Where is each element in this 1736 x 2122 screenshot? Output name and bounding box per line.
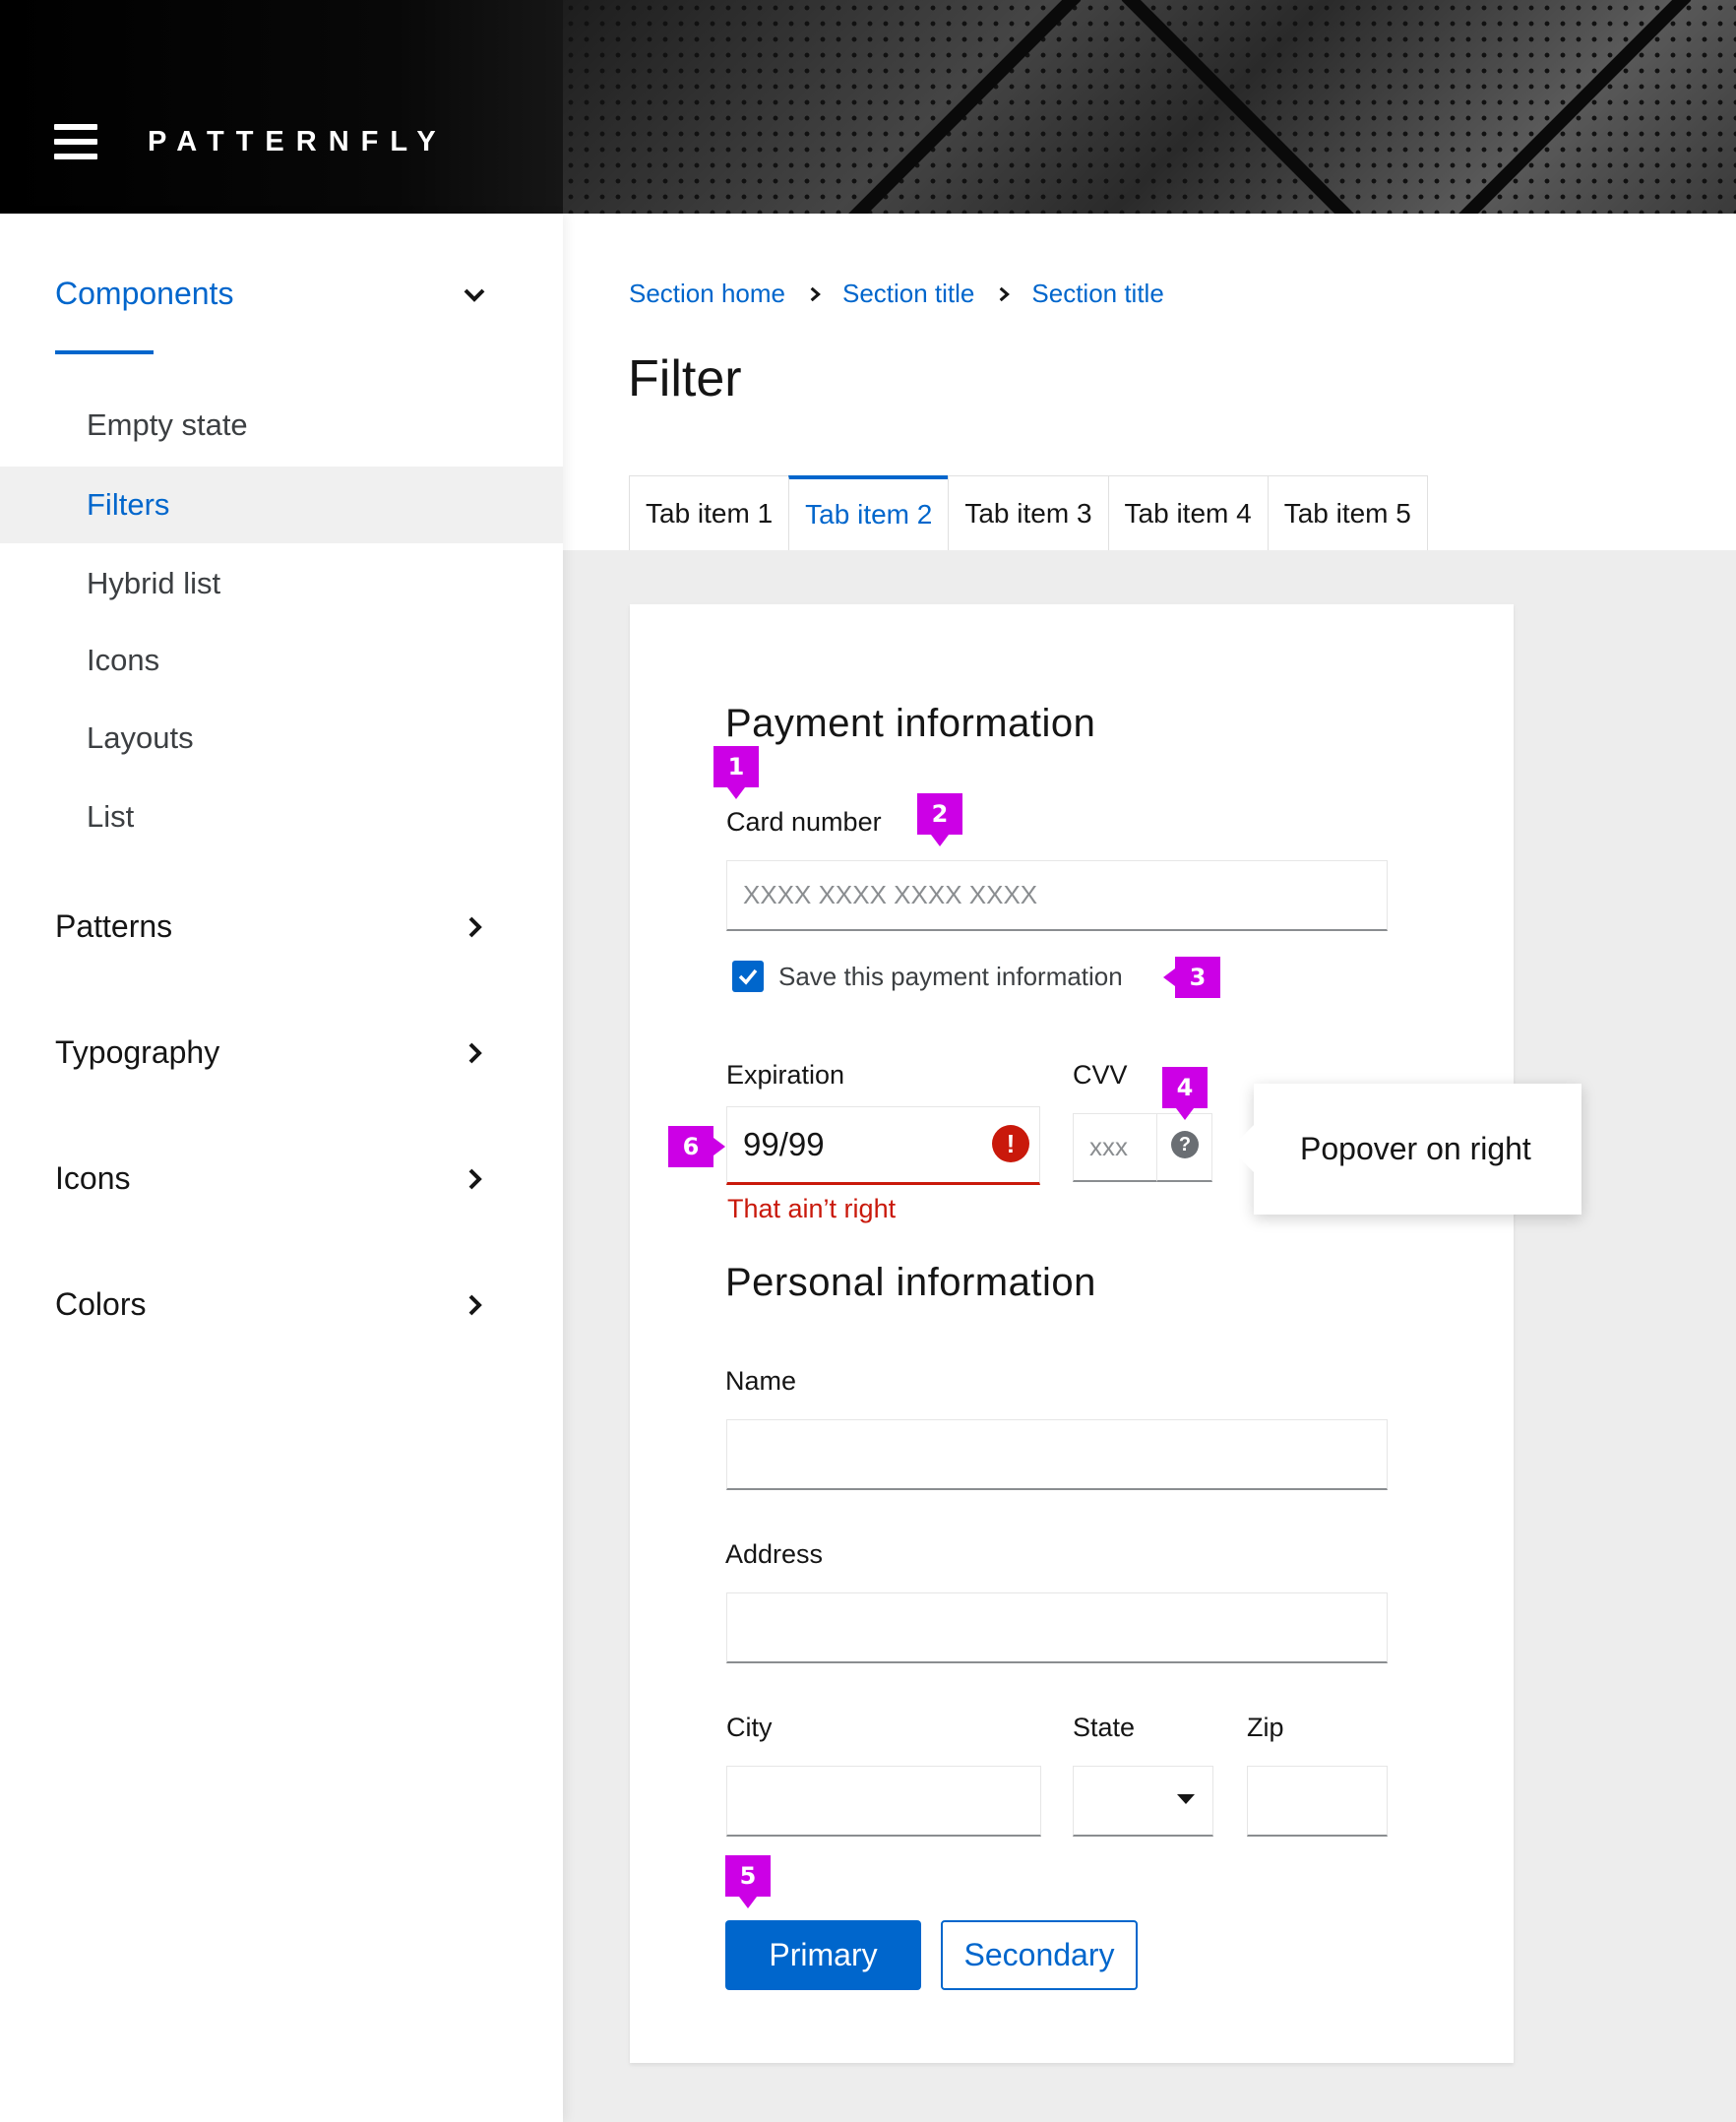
sidebar-item-label: Filters (87, 487, 170, 522)
zip-label: Zip (1247, 1713, 1284, 1742)
tab-item-3[interactable]: Tab item 3 (948, 475, 1109, 550)
chevron-right-icon (461, 1039, 488, 1067)
tab-bar: Tab item 1 Tab item 2 Tab item 3 Tab ite… (629, 475, 1428, 550)
secondary-button[interactable]: Secondary (941, 1920, 1138, 1990)
sidebar-group-icons[interactable]: Icons (55, 1160, 488, 1197)
popover: Popover on right (1230, 1084, 1581, 1215)
chevron-right-icon (461, 1291, 488, 1319)
sidebar-nav: Components Empty state Filters Hybrid li… (0, 214, 563, 2122)
sidebar-group-label: Typography (55, 1034, 220, 1070)
annotation-marker-5: 5 (725, 1855, 771, 1908)
sidebar-group-components[interactable]: Components (55, 276, 488, 312)
sidebar-group-label: Icons (55, 1160, 131, 1196)
save-payment-label[interactable]: Save this payment information (778, 962, 1123, 992)
popover-text: Popover on right (1300, 1131, 1531, 1166)
annotation-marker-3: 3 (1163, 957, 1220, 998)
cvv-label: CVV (1073, 1060, 1128, 1090)
payment-section-title: Payment information (725, 702, 1096, 745)
hamburger-icon[interactable] (54, 124, 97, 159)
chevron-right-icon (809, 284, 825, 304)
annotation-marker-2: 2 (917, 793, 962, 846)
sidebar-item-label: List (87, 799, 135, 834)
sidebar-group-typography[interactable]: Typography (55, 1034, 488, 1071)
personal-section-title: Personal information (725, 1261, 1096, 1304)
sidebar-group-colors[interactable]: Colors (55, 1286, 488, 1323)
sidebar-item-label: Layouts (87, 720, 194, 755)
sidebar-group-label: Components (55, 276, 234, 311)
sidebar-item-list[interactable]: List (0, 779, 563, 855)
state-label: State (1073, 1713, 1136, 1742)
sidebar-item-empty-state[interactable]: Empty state (0, 387, 563, 464)
sidebar-item-label: Icons (87, 643, 160, 677)
checkmark-icon (738, 968, 758, 985)
zip-input[interactable] (1247, 1766, 1388, 1837)
name-input[interactable] (726, 1419, 1388, 1490)
annotation-marker-6: 6 (668, 1126, 725, 1167)
address-input[interactable] (726, 1592, 1388, 1663)
annotation-marker-1: 1 (713, 746, 759, 799)
expiration-label: Expiration (726, 1060, 845, 1090)
sidebar-item-hybrid-list[interactable]: Hybrid list (0, 545, 563, 622)
header-background-image (563, 0, 1736, 214)
chevron-right-icon (998, 284, 1014, 304)
sidebar-group-label: Patterns (55, 908, 173, 944)
exclamation-circle-icon: ! (992, 1125, 1029, 1162)
chevron-right-icon (461, 913, 488, 941)
brand-logo: PATTERNFLY (148, 126, 448, 157)
tab-item-1[interactable]: Tab item 1 (629, 475, 790, 550)
page-title: Filter (628, 350, 742, 407)
tab-item-4[interactable]: Tab item 4 (1107, 475, 1269, 550)
annotation-marker-4: 4 (1162, 1067, 1208, 1120)
tab-item-2[interactable]: Tab item 2 (788, 475, 950, 550)
card-number-label: Card number (726, 807, 882, 837)
primary-button[interactable]: Primary (725, 1920, 921, 1990)
chevron-right-icon (461, 1165, 488, 1193)
caret-down-icon (1177, 1794, 1195, 1804)
address-label: Address (725, 1539, 824, 1569)
masthead: PATTERNFLY (0, 0, 1736, 214)
cvv-input[interactable]: xxx (1073, 1113, 1157, 1182)
sidebar-item-label: Empty state (87, 407, 248, 442)
city-label: City (726, 1713, 773, 1742)
expiration-error-message: That ain’t right (727, 1194, 897, 1223)
sidebar-item-layouts[interactable]: Layouts (0, 700, 563, 777)
sidebar-group-patterns[interactable]: Patterns (55, 908, 488, 945)
sidebar-group-label: Colors (55, 1286, 147, 1322)
breadcrumb-link[interactable]: Section title (842, 279, 974, 309)
question-circle-icon[interactable]: ? (1171, 1131, 1199, 1158)
breadcrumb-link[interactable]: Section title (1031, 279, 1163, 309)
chevron-down-icon (461, 281, 488, 308)
save-payment-checkbox[interactable] (732, 961, 764, 992)
sidebar-item-label: Hybrid list (87, 566, 221, 600)
breadcrumb-link[interactable]: Section home (629, 279, 785, 309)
header-brand-area (0, 0, 563, 214)
sidebar-item-filters[interactable]: Filters (0, 467, 563, 543)
tab-item-5[interactable]: Tab item 5 (1267, 475, 1428, 550)
city-input[interactable] (726, 1766, 1041, 1837)
breadcrumb: Section home Section title Section title (629, 279, 1164, 309)
sidebar-item-icons[interactable]: Icons (0, 622, 563, 699)
active-group-underline (55, 350, 154, 354)
name-label: Name (725, 1366, 797, 1396)
card-number-input[interactable]: XXXX XXXX XXXX XXXX (726, 860, 1388, 931)
